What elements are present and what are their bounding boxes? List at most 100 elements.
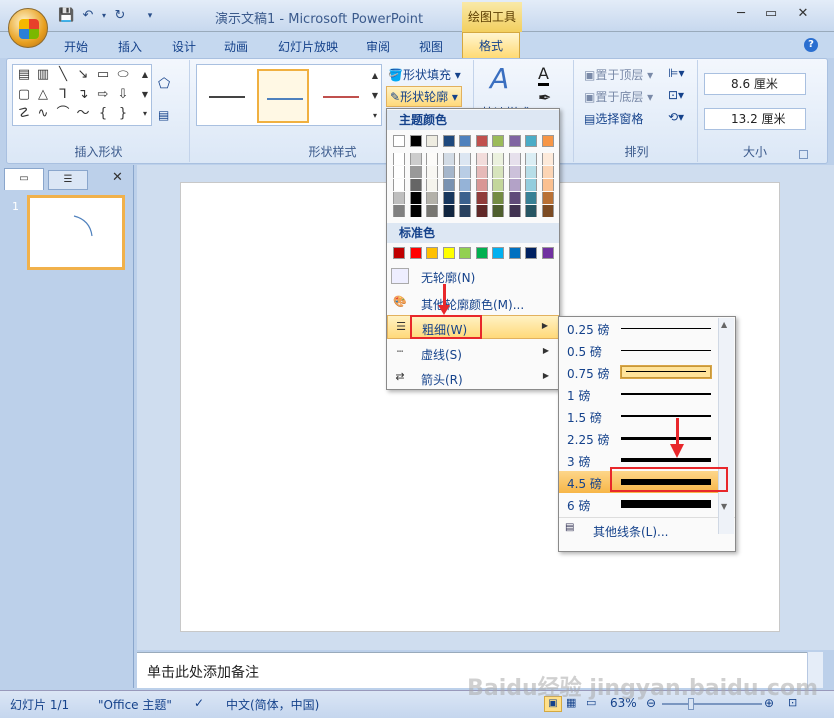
theme-shade-swatch[interactable]	[525, 192, 537, 204]
dashes-item[interactable]: ┄ 虚线(S) ▶	[387, 341, 559, 365]
elbow-arrow-icon[interactable]: ↴	[75, 88, 91, 102]
standard-color-swatch[interactable]	[442, 247, 455, 259]
theme-shade-swatch[interactable]	[492, 205, 504, 217]
theme-shade-swatch[interactable]	[541, 205, 554, 217]
close-pane-icon[interactable]: ✕	[112, 170, 128, 188]
theme-shade-swatch[interactable]	[442, 192, 455, 204]
slides-tab-icon[interactable]: ▭	[4, 168, 44, 190]
tab-slideshow[interactable]: 幻灯片放映	[278, 38, 338, 55]
theme-shade-swatch[interactable]	[459, 179, 471, 191]
theme-shade-swatch[interactable]	[426, 192, 438, 204]
theme-color-swatch[interactable]	[475, 135, 488, 147]
office-button[interactable]	[8, 8, 48, 48]
theme-shade-swatch[interactable]	[475, 153, 488, 165]
align-icon[interactable]: ⊫▾	[668, 66, 684, 80]
theme-color-swatch[interactable]	[459, 135, 471, 147]
redo-icon[interactable]: ↻	[112, 8, 128, 24]
theme-color-swatch[interactable]	[426, 135, 438, 147]
line-icon[interactable]: ╲	[55, 68, 71, 82]
theme-shade-swatch[interactable]	[525, 205, 537, 217]
theme-shade-swatch[interactable]	[541, 153, 554, 165]
right-arrow-icon[interactable]: ⇨	[95, 88, 111, 102]
text-fill-icon[interactable]: A	[538, 64, 549, 86]
theme-shade-swatch[interactable]	[426, 205, 438, 217]
right-brace-icon[interactable]: }	[115, 107, 131, 121]
size-launcher-icon[interactable]	[799, 150, 808, 159]
theme-shade-swatch[interactable]	[426, 179, 438, 191]
theme-color-swatch[interactable]	[492, 135, 504, 147]
theme-shade-swatch[interactable]	[541, 166, 554, 178]
no-outline-item[interactable]: 无轮廓(N)	[387, 264, 559, 288]
rounded-rect-icon[interactable]: ▢	[16, 88, 32, 102]
theme-shade-swatch[interactable]	[409, 179, 422, 191]
gallery-down-icon[interactable]: ▼	[137, 88, 153, 102]
theme-shade-swatch[interactable]	[393, 192, 405, 204]
standard-color-swatch[interactable]	[541, 247, 554, 259]
theme-color-swatch[interactable]	[508, 135, 521, 147]
theme-color-swatch[interactable]	[409, 135, 422, 147]
style-up-icon[interactable]: ▲	[367, 69, 383, 83]
rectangle-icon[interactable]: ▭	[95, 68, 111, 82]
undo-dropdown-icon[interactable]: ▾	[96, 8, 112, 24]
gallery-more-icon[interactable]: ▾	[137, 107, 153, 121]
theme-shade-swatch[interactable]	[442, 205, 455, 217]
standard-color-swatch[interactable]	[459, 247, 471, 259]
weight-option[interactable]: 0.25 磅	[559, 317, 719, 339]
elbow-connector-icon[interactable]: ⅂	[55, 88, 71, 102]
style-more-icon[interactable]: ▾	[367, 109, 383, 123]
theme-shade-swatch[interactable]	[475, 205, 488, 217]
standard-color-swatch[interactable]	[426, 247, 438, 259]
style-down-icon[interactable]: ▼	[367, 89, 383, 103]
theme-shade-swatch[interactable]	[459, 166, 471, 178]
theme-shade-swatch[interactable]	[393, 179, 405, 191]
gallery-up-icon[interactable]: ▲	[137, 68, 153, 82]
freeform-icon[interactable]: ☡	[16, 107, 32, 121]
arc-icon[interactable]: ⌒	[55, 107, 71, 121]
standard-color-swatch[interactable]	[508, 247, 521, 259]
outline-tab-icon[interactable]: ☰	[48, 170, 88, 190]
theme-shade-swatch[interactable]	[492, 192, 504, 204]
theme-shade-swatch[interactable]	[541, 192, 554, 204]
theme-shade-swatch[interactable]	[459, 153, 471, 165]
tab-view[interactable]: 视图	[419, 38, 443, 55]
shape-style-gallery[interactable]: ▲ ▼ ▾	[196, 64, 382, 126]
width-field[interactable]: 13.2 厘米	[704, 108, 806, 130]
more-lines-item[interactable]: ▤ 其他线条(L)...	[559, 517, 735, 541]
weight-option[interactable]: 0.5 磅	[559, 339, 719, 361]
scroll-down-icon[interactable]: ▼	[721, 502, 727, 511]
selection-pane-button[interactable]: ▤选择窗格	[584, 110, 643, 127]
maximize-icon[interactable]: ▭	[758, 6, 784, 26]
theme-shade-swatch[interactable]	[475, 166, 488, 178]
theme-color-swatch[interactable]	[393, 135, 405, 147]
theme-shade-swatch[interactable]	[492, 153, 504, 165]
tab-insert[interactable]: 插入	[118, 38, 142, 55]
theme-shade-swatch[interactable]	[459, 192, 471, 204]
theme-shade-swatch[interactable]	[525, 179, 537, 191]
theme-shade-swatch[interactable]	[393, 153, 405, 165]
scroll-up-icon[interactable]: ▲	[721, 320, 727, 329]
send-to-back-button[interactable]: ▣置于底层 ▾	[584, 88, 653, 105]
theme-shade-swatch[interactable]	[492, 166, 504, 178]
shape-outline-button[interactable]: ✎形状轮廓 ▾	[386, 86, 462, 107]
standard-color-swatch[interactable]	[393, 247, 405, 259]
help-icon[interactable]: ?	[804, 38, 818, 52]
theme-shade-swatch[interactable]	[409, 205, 422, 217]
theme-color-swatch[interactable]	[442, 135, 455, 147]
theme-shade-swatch[interactable]	[541, 179, 554, 191]
spellcheck-icon[interactable]: ✓	[194, 696, 204, 710]
height-field[interactable]: 8.6 厘米	[704, 73, 806, 95]
standard-color-swatch[interactable]	[409, 247, 422, 259]
left-brace-icon[interactable]: {	[95, 107, 111, 121]
theme-shade-swatch[interactable]	[393, 205, 405, 217]
text-outline-icon[interactable]: ✒	[538, 88, 551, 107]
theme-shade-swatch[interactable]	[492, 179, 504, 191]
tab-review[interactable]: 审阅	[366, 38, 390, 55]
theme-shade-swatch[interactable]	[442, 153, 455, 165]
standard-color-swatch[interactable]	[525, 247, 537, 259]
theme-shade-swatch[interactable]	[508, 153, 521, 165]
weight-option[interactable]: 6 磅	[559, 493, 719, 515]
standard-color-swatch[interactable]	[475, 247, 488, 259]
zoom-slider[interactable]	[662, 703, 762, 705]
tab-design[interactable]: 设计	[172, 38, 196, 55]
theme-shade-swatch[interactable]	[409, 153, 422, 165]
